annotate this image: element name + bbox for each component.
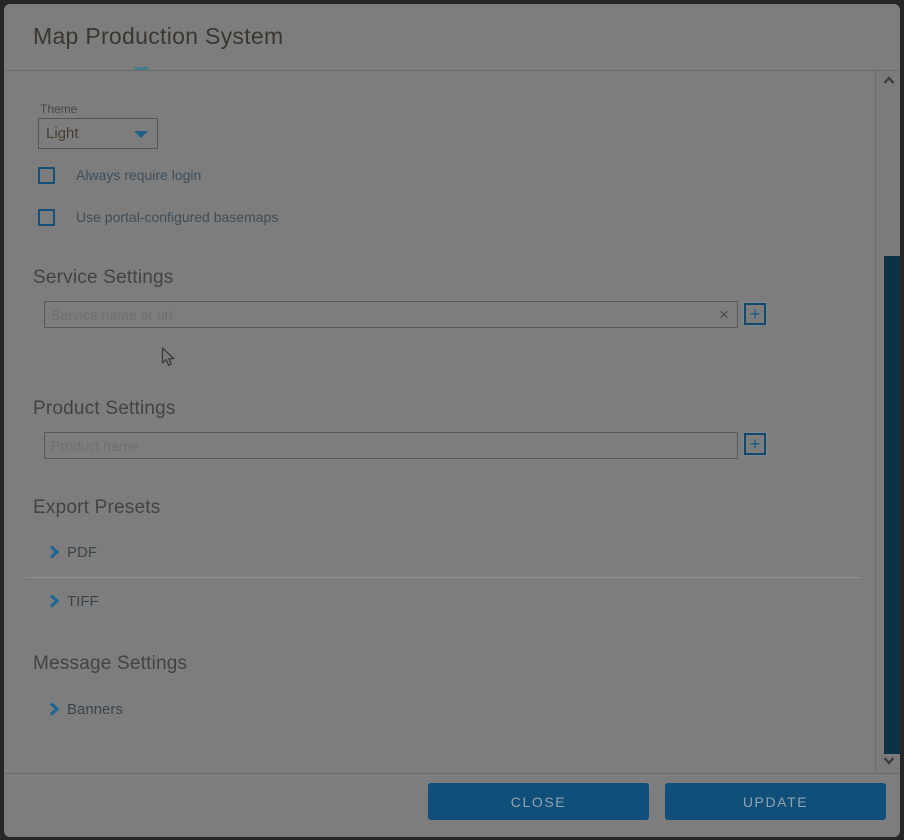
mouse-cursor bbox=[161, 347, 177, 369]
header-divider bbox=[4, 70, 900, 71]
add-service-button[interactable]: + bbox=[744, 303, 766, 325]
expander-label: PDF bbox=[67, 544, 97, 561]
chevron-right-icon bbox=[49, 594, 59, 608]
expander-banners[interactable]: Banners bbox=[49, 700, 123, 718]
checkbox-label: Always require login bbox=[76, 167, 201, 183]
dialog-title: Map Production System bbox=[33, 23, 283, 50]
screenshot-root: Map Production System Theme Light Always… bbox=[0, 0, 904, 840]
expander-tiff[interactable]: TIFF bbox=[49, 592, 99, 610]
service-name-input[interactable] bbox=[45, 302, 711, 327]
expander-label: Banners bbox=[67, 701, 123, 718]
footer-divider bbox=[4, 773, 900, 774]
chevron-right-icon bbox=[49, 702, 59, 716]
theme-select-value: Light bbox=[39, 125, 79, 142]
expander-pdf[interactable]: PDF bbox=[49, 543, 97, 561]
scrollbar-thumb[interactable] bbox=[884, 256, 900, 754]
product-input-wrap bbox=[44, 432, 738, 459]
product-name-input[interactable] bbox=[45, 433, 737, 458]
checkbox-icon[interactable] bbox=[38, 167, 55, 184]
plus-icon: + bbox=[750, 434, 761, 454]
close-button[interactable]: CLOSE bbox=[428, 783, 649, 820]
expander-label: TIFF bbox=[67, 593, 99, 610]
export-presets-heading: Export Presets bbox=[33, 497, 160, 519]
vertical-scrollbar[interactable] bbox=[875, 71, 900, 773]
checkbox-row-portal-basemaps[interactable]: Use portal-configured basemaps bbox=[38, 208, 278, 226]
scroll-down-icon[interactable] bbox=[883, 756, 895, 765]
clipped-scrolled-element bbox=[135, 67, 148, 70]
checkbox-label: Use portal-configured basemaps bbox=[76, 209, 278, 225]
plus-icon: + bbox=[750, 304, 761, 324]
map-production-system-dialog: Map Production System Theme Light Always… bbox=[4, 4, 900, 837]
chevron-down-icon bbox=[134, 131, 148, 138]
checkbox-icon[interactable] bbox=[38, 209, 55, 226]
checkbox-row-always-require-login[interactable]: Always require login bbox=[38, 166, 201, 184]
product-settings-heading: Product Settings bbox=[33, 398, 176, 420]
update-button[interactable]: UPDATE bbox=[665, 783, 886, 820]
theme-label: Theme bbox=[40, 102, 77, 116]
message-settings-heading: Message Settings bbox=[33, 653, 187, 675]
chevron-right-icon bbox=[49, 545, 59, 559]
row-divider bbox=[25, 577, 861, 578]
scroll-up-icon[interactable] bbox=[883, 76, 895, 85]
theme-select[interactable]: Light bbox=[38, 118, 158, 149]
service-input-wrap: × bbox=[44, 301, 738, 328]
clear-icon[interactable]: × bbox=[711, 302, 737, 327]
add-product-button[interactable]: + bbox=[744, 433, 766, 455]
service-settings-heading: Service Settings bbox=[33, 267, 174, 289]
